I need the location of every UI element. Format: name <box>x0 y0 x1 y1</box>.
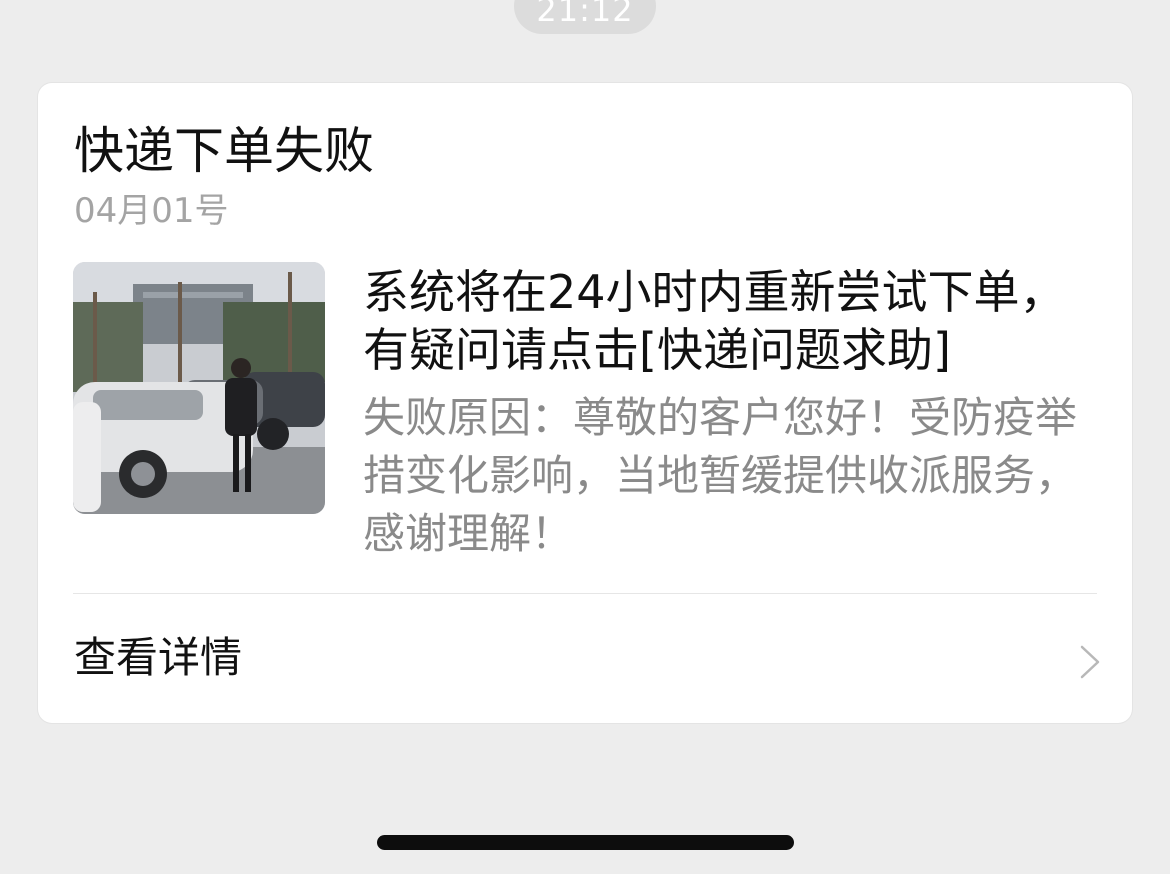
card-date: 04月01号 <box>74 191 229 231</box>
view-details-label: 查看详情 <box>74 633 243 682</box>
thumbnail-image[interactable] <box>73 262 325 514</box>
chevron-right-icon <box>1078 644 1102 680</box>
message-body: 系统将在24小时内重新尝试下单，有疑问请点击[快递问题求助] <box>363 265 1066 377</box>
view-details-button[interactable]: 查看详情 <box>38 594 1132 722</box>
card-title: 快递下单失败 <box>74 122 374 180</box>
message-timestamp: 21:12 <box>514 0 656 34</box>
notification-card[interactable]: 快递下单失败 04月01号 系统将在24小时内重新尝试下单，有疑问请点击[快递问… <box>38 83 1132 723</box>
thumbnail-photo <box>73 262 325 514</box>
failure-reason: 失败原因：尊敬的客户您好！受防疫举措变化影响，当地暂缓提供收派服务，感谢理解！ <box>363 393 1078 558</box>
home-indicator[interactable] <box>377 835 794 850</box>
